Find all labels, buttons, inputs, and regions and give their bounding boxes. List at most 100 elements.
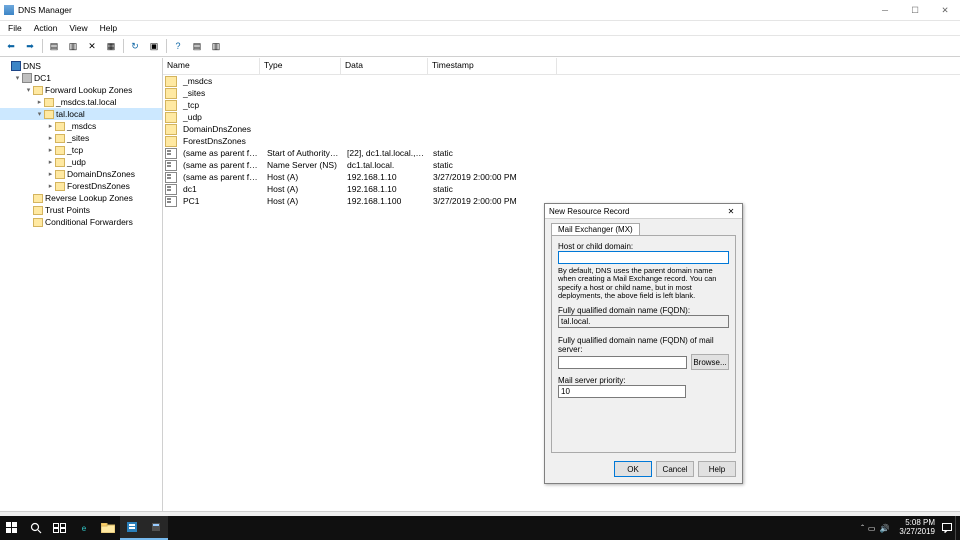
cell-name: (same as parent folder): [179, 172, 263, 182]
folder-icon: [165, 100, 177, 111]
list-row[interactable]: (same as parent folder)Start of Authorit…: [163, 147, 960, 159]
tree-node[interactable]: ▾Forward Lookup Zones: [0, 84, 162, 96]
back-button[interactable]: ⬅: [2, 37, 20, 55]
list-row[interactable]: DomainDnsZones: [163, 123, 960, 135]
host-input[interactable]: [558, 251, 729, 264]
tab-mail-exchanger[interactable]: Mail Exchanger (MX): [551, 223, 640, 235]
ok-button[interactable]: OK: [614, 461, 652, 477]
menu-action[interactable]: Action: [28, 23, 64, 33]
col-name[interactable]: Name: [163, 58, 260, 74]
show-hide-tree-button[interactable]: ▤: [45, 37, 63, 55]
list-row[interactable]: (same as parent folder)Host (A)192.168.1…: [163, 171, 960, 183]
folder-icon: [165, 88, 177, 99]
export-button[interactable]: ▣: [145, 37, 163, 55]
cell-data: 192.168.1.10: [343, 184, 429, 194]
server-manager-icon[interactable]: [120, 516, 144, 540]
cut-button[interactable]: ▥: [64, 37, 82, 55]
cell-name: _tcp: [179, 100, 263, 110]
notifications-button[interactable]: [939, 516, 955, 540]
tree-node[interactable]: ▸DomainDnsZones: [0, 168, 162, 180]
col-timestamp[interactable]: Timestamp: [428, 58, 557, 74]
search-button[interactable]: [24, 516, 48, 540]
tree-node[interactable]: ▸ _tcp: [0, 144, 162, 156]
tree-node[interactable]: Conditional Forwarders: [0, 216, 162, 228]
tree-node[interactable]: ▸_msdcs: [0, 120, 162, 132]
window-titlebar: DNS Manager ─ ☐ ✕: [0, 0, 960, 21]
record-icon: [165, 172, 177, 183]
tree-node[interactable]: ▸_msdcs.tal.local: [0, 96, 162, 108]
record-icon: [165, 184, 177, 195]
list-row[interactable]: (same as parent folder)Name Server (NS)d…: [163, 159, 960, 171]
cell-name: ForestDnsZones: [179, 136, 263, 146]
start-button[interactable]: [0, 516, 24, 540]
expand-icon[interactable]: ▸: [46, 182, 55, 190]
filter-button[interactable]: ▤: [188, 37, 206, 55]
expand-icon[interactable]: ▾: [24, 86, 33, 94]
expand-icon[interactable]: ▸: [46, 146, 55, 154]
window-title: DNS Manager: [18, 5, 72, 15]
dns-manager-icon[interactable]: [144, 516, 168, 540]
forward-button[interactable]: ➡: [21, 37, 39, 55]
expand-icon[interactable]: ▾: [35, 110, 44, 118]
tree-node[interactable]: ▾DC1: [0, 72, 162, 84]
task-view-button[interactable]: [48, 516, 72, 540]
folder-icon: [33, 85, 43, 95]
expand-icon[interactable]: ▸: [35, 98, 44, 106]
folder-icon: [55, 169, 65, 179]
file-explorer-icon[interactable]: [96, 516, 120, 540]
tree-node[interactable]: ▸_sites: [0, 132, 162, 144]
list-row[interactable]: _udp: [163, 111, 960, 123]
list-row[interactable]: _msdcs: [163, 75, 960, 87]
edge-icon[interactable]: e: [72, 516, 96, 540]
menu-view[interactable]: View: [63, 23, 93, 33]
minimize-button[interactable]: ─: [870, 0, 900, 20]
expand-icon[interactable]: ▸: [46, 134, 55, 142]
tree-label: _tcp: [67, 145, 83, 155]
col-type[interactable]: Type: [260, 58, 341, 74]
priority-input[interactable]: [558, 385, 686, 398]
help-button[interactable]: ?: [169, 37, 187, 55]
menu-file[interactable]: File: [2, 23, 28, 33]
col-data[interactable]: Data: [341, 58, 428, 74]
new-button[interactable]: ▥: [207, 37, 225, 55]
cell-timestamp: static: [429, 160, 557, 170]
refresh-button[interactable]: ↻: [126, 37, 144, 55]
expand-icon[interactable]: ▾: [13, 74, 22, 82]
mailserver-input[interactable]: [558, 356, 687, 369]
tree-node[interactable]: ▾tal.local: [0, 108, 162, 120]
list-row[interactable]: ForestDnsZones: [163, 135, 960, 147]
list-pane[interactable]: Name Type Data Timestamp _msdcs_sites_tc…: [163, 58, 960, 511]
tree-node[interactable]: ▸_udp: [0, 156, 162, 168]
cell-name: PC1: [179, 196, 263, 206]
maximize-button[interactable]: ☐: [900, 0, 930, 20]
expand-icon[interactable]: ▸: [46, 170, 55, 178]
expand-icon[interactable]: ▸: [46, 158, 55, 166]
list-row[interactable]: _tcp: [163, 99, 960, 111]
record-icon: [165, 196, 177, 207]
expand-icon[interactable]: ▸: [46, 122, 55, 130]
delete-button[interactable]: ✕: [83, 37, 101, 55]
cell-data: 192.168.1.10: [343, 172, 429, 182]
tree-label: ForestDnsZones: [67, 181, 130, 191]
network-icon[interactable]: ▭: [868, 524, 876, 533]
clock[interactable]: 5:08 PM 3/27/2019: [895, 519, 939, 537]
tree-node[interactable]: Reverse Lookup Zones: [0, 192, 162, 204]
tray-chevron-icon[interactable]: ˆ: [861, 524, 864, 533]
tree-node[interactable]: ▸ ForestDnsZones: [0, 180, 162, 192]
cancel-button[interactable]: Cancel: [656, 461, 694, 477]
help-button[interactable]: Help: [698, 461, 736, 477]
tree-node[interactable]: Trust Points: [0, 204, 162, 216]
browse-button[interactable]: Browse...: [691, 354, 729, 370]
show-desktop-button[interactable]: [955, 516, 960, 540]
tree-node[interactable]: DNS: [0, 60, 162, 72]
properties-button[interactable]: ▦: [102, 37, 120, 55]
tree-pane[interactable]: DNS▾DC1▾Forward Lookup Zones▸_msdcs.tal.…: [0, 58, 163, 511]
list-row[interactable]: _sites: [163, 87, 960, 99]
folder-icon: [33, 217, 43, 227]
dialog-close-button[interactable]: ✕: [724, 207, 738, 216]
sound-icon[interactable]: 🔊: [879, 524, 889, 533]
menu-help[interactable]: Help: [94, 23, 123, 33]
system-tray[interactable]: ˆ ▭ 🔊: [859, 524, 895, 533]
list-row[interactable]: dc1Host (A)192.168.1.10static: [163, 183, 960, 195]
close-button[interactable]: ✕: [930, 0, 960, 20]
